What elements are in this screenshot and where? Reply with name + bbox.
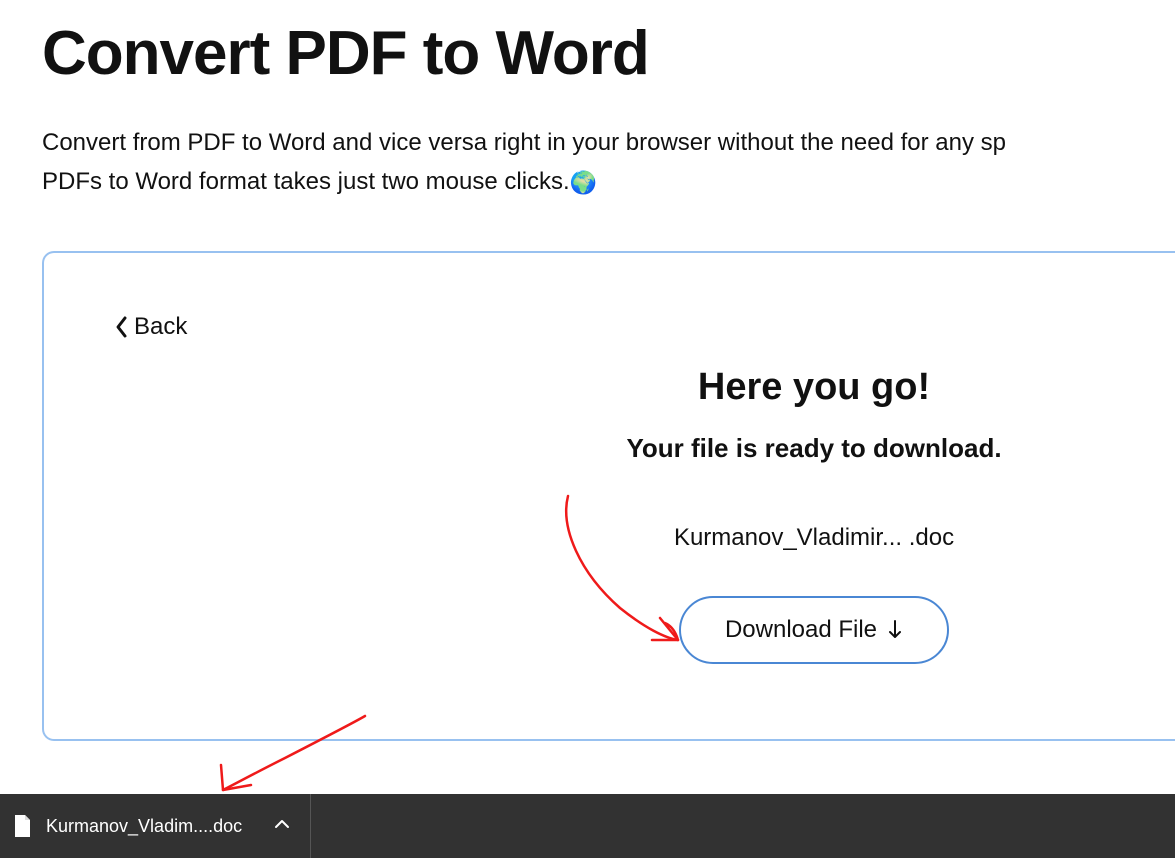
description-line-1: Convert from PDF to Word and vice versa … (42, 129, 1006, 156)
ready-text: Your file is ready to download. (534, 433, 1094, 464)
converted-filename: Kurmanov_Vladimir... .doc (534, 524, 1094, 552)
result-area: Here you go! Your file is ready to downl… (534, 366, 1094, 664)
chevron-left-icon (114, 315, 128, 339)
page-description: Convert from PDF to Word and vice versa … (42, 124, 1175, 201)
success-heading: Here you go! (534, 366, 1094, 409)
page-title: Convert PDF to Word (42, 20, 1175, 88)
description-line-2: PDFs to Word format takes just two mouse… (42, 168, 570, 195)
globe-icon: 🌍 (570, 165, 597, 200)
browser-download-bar: Kurmanov_Vladim....doc (0, 794, 1175, 858)
download-item-filename: Kurmanov_Vladim....doc (46, 816, 242, 837)
download-button-label: Download File (725, 616, 877, 644)
file-doc-icon (12, 814, 32, 838)
back-button[interactable]: Back (114, 313, 187, 341)
back-label: Back (134, 313, 187, 341)
download-item[interactable]: Kurmanov_Vladim....doc (0, 794, 311, 858)
result-card: Back Here you go! Your file is ready to … (42, 251, 1175, 741)
download-arrow-icon (887, 619, 903, 641)
chevron-up-icon[interactable] (274, 817, 290, 835)
download-file-button[interactable]: Download File (679, 596, 949, 664)
